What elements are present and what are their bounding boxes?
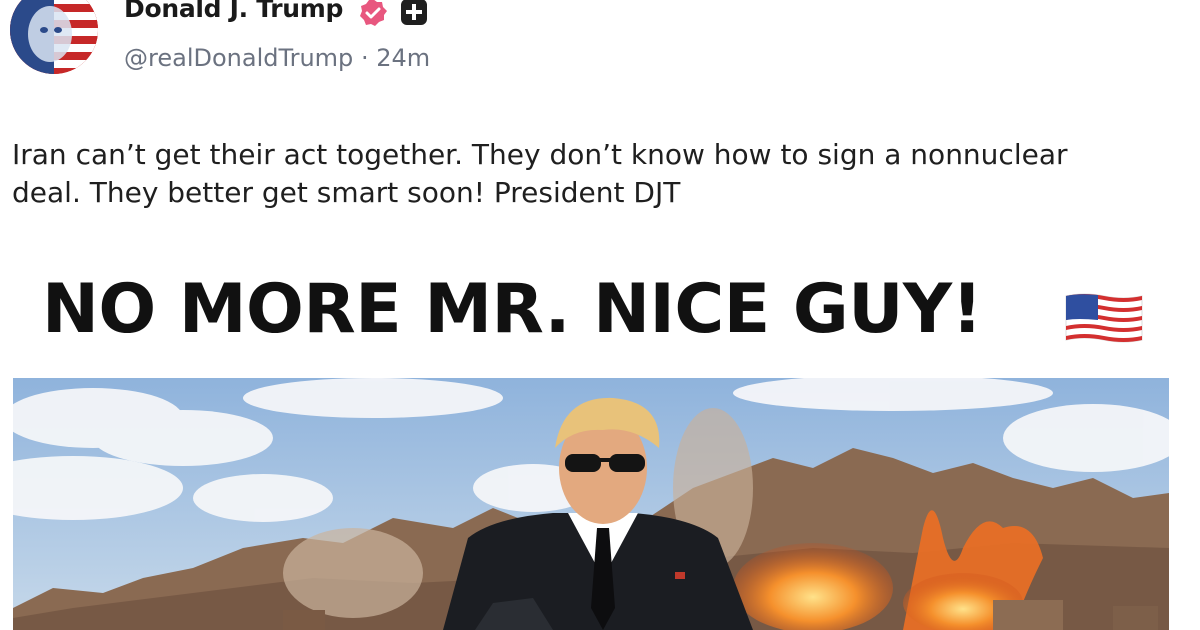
author-meta: @realDonaldTrump · 24m [124, 44, 430, 72]
image-headline: NO MORE MR. NICE GUY! [42, 270, 983, 349]
post-timestamp[interactable]: 24m [376, 44, 430, 72]
meta-separator: · [360, 44, 369, 72]
author-display-name[interactable]: Donald J. Trump [124, 0, 343, 23]
author-handle[interactable]: @realDonaldTrump [124, 44, 353, 72]
explosion [733, 543, 893, 630]
post-image[interactable] [13, 378, 1169, 630]
us-flag-icon [1065, 293, 1143, 343]
verified-badge-icon [360, 0, 387, 26]
social-post: Donald J. Trump @realDonaldTrump · 24m I… [0, 0, 1200, 630]
avatar[interactable] [10, 0, 98, 74]
post-body: Iran can’t get their act together. They … [12, 138, 1068, 209]
attached-image [13, 378, 1169, 630]
plus-icon[interactable] [400, 0, 428, 26]
flag-portrait-avatar [10, 0, 98, 74]
